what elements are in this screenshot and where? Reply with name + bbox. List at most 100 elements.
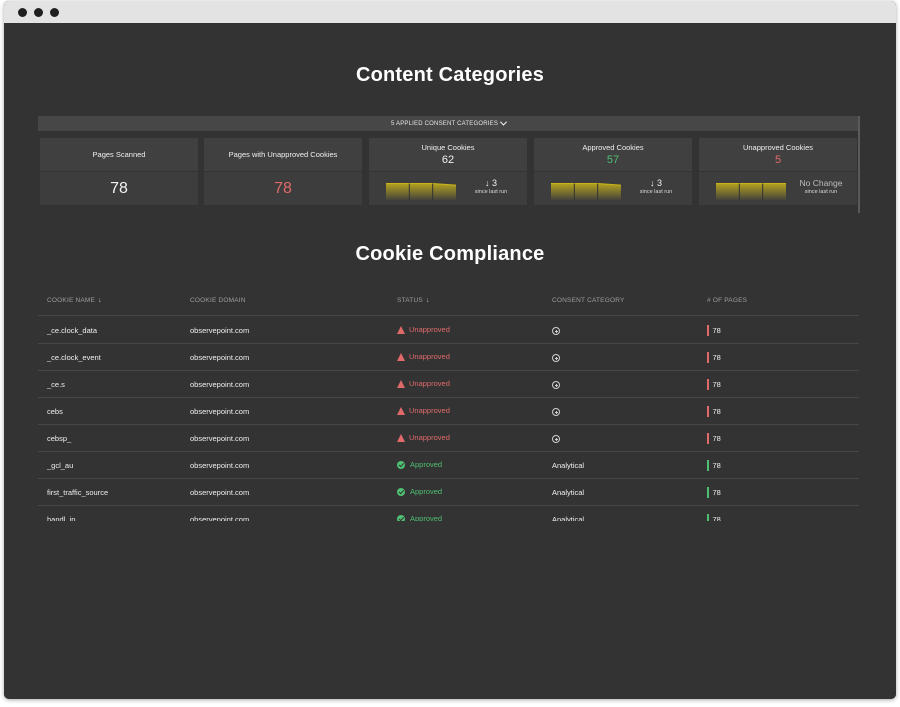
status-label: Approved — [410, 514, 443, 521]
page-count: 78 — [707, 460, 721, 471]
page-count: 78 — [707, 514, 721, 521]
unapproved-cookies-sparkline — [716, 183, 786, 200]
pages-unapproved-card[interactable]: Pages with Unapproved Cookies 78 — [204, 138, 362, 205]
consent-category[interactable] — [552, 353, 560, 363]
cookie-domain: observepoint.com — [190, 434, 250, 443]
table-row[interactable]: _ce.s observepoint.com Unapproved 78 — [38, 371, 859, 398]
consent-category[interactable] — [552, 434, 560, 444]
pages-scanned-card[interactable]: Pages Scanned 78 — [40, 138, 198, 205]
unapproved-cookies-delta: No Change since last run — [789, 178, 853, 195]
consent-category-label: Analytical — [552, 488, 585, 497]
table-row[interactable]: _ce.clock_data observepoint.com Unapproved… — [38, 317, 859, 344]
cookie-name: _ce.clock_data — [47, 326, 98, 335]
status-label: Unapproved — [409, 379, 450, 388]
cookie-status: Approved — [397, 460, 442, 469]
table-header: Cookie Name ↓ Cookie Domain Status ↓ Conse… — [38, 294, 859, 316]
consent-categories-filter[interactable]: 5 APPLIED CONSENT CATEGORIES — [38, 116, 859, 131]
add-category-icon[interactable] — [552, 381, 560, 389]
cookie-domain: observepoint.com — [190, 326, 250, 335]
cookie-status: Unapproved — [397, 325, 450, 334]
add-category-icon[interactable] — [552, 435, 560, 443]
unique-cookies-delta: ↓ 3 since last run — [459, 178, 523, 195]
cookie-status: Approved — [397, 487, 442, 496]
approved-cookies-sparkline — [551, 183, 621, 200]
cookie-status: Unapproved — [397, 433, 450, 442]
unapproved-cookies-card[interactable]: Unapproved Cookies 5 No Change since las… — [699, 138, 857, 205]
column-header-consent-category[interactable]: Consent Category — [552, 297, 625, 304]
consent-category[interactable] — [552, 407, 560, 417]
column-header-cookie-domain[interactable]: Cookie Domain — [190, 297, 246, 304]
cookie-domain: observepoint.com — [190, 461, 250, 470]
cookie-status: Unapproved — [397, 352, 450, 361]
status-bar-mark — [707, 325, 709, 336]
add-category-icon[interactable] — [552, 408, 560, 416]
cookie-name: _ce.s — [47, 380, 65, 389]
filter-label: 5 APPLIED CONSENT CATEGORIES — [390, 120, 499, 127]
chevron-down-icon — [499, 118, 508, 126]
cookie-domain: observepoint.com — [190, 488, 250, 497]
cookie-compliance-title: Cookie Compliance — [355, 243, 545, 265]
unique-cookies-sparkline — [386, 183, 456, 200]
status-label: Approved — [410, 460, 443, 469]
window-maximize-dot[interactable] — [50, 8, 59, 17]
warning-icon — [397, 379, 405, 388]
window-close-dot[interactable] — [18, 8, 27, 17]
unapproved-cookies-label: Unapproved Cookies — [742, 143, 814, 152]
table-row[interactable]: cebs observepoint.com Unapproved 78 — [38, 398, 859, 425]
warning-icon — [397, 325, 405, 334]
unique-cookies-value: 62 — [441, 154, 455, 166]
page-count-value: 78 — [712, 380, 721, 389]
filter-divider — [858, 116, 860, 213]
consent-category[interactable] — [552, 380, 560, 390]
sort-arrow-icon: ↓ — [425, 297, 430, 304]
table-row[interactable]: handl_ip observepoint.com Approved Analytic… — [38, 506, 859, 521]
approved-cookies-card[interactable]: Approved Cookies 57 ↓ 3 since last run — [534, 138, 692, 205]
column-header-pages[interactable]: # of Pages — [707, 297, 747, 304]
sparkline-area — [551, 183, 621, 200]
consent-category[interactable] — [552, 326, 560, 336]
pages-unapproved-value: 78 — [274, 180, 292, 197]
status-bar-mark — [707, 406, 709, 417]
sparkline-area — [386, 183, 456, 200]
cookie-name: _ce.clock_event — [47, 353, 101, 362]
table-row[interactable]: first_traffic_source observepoint.com Appr… — [38, 479, 859, 506]
page-count: 78 — [707, 487, 721, 498]
status-label: Unapproved — [409, 325, 450, 334]
check-circle-icon — [397, 460, 405, 469]
column-header-status[interactable]: Status ↓ — [397, 297, 430, 304]
status-bar-mark — [707, 352, 709, 363]
warning-icon — [397, 352, 405, 361]
column-header-cookie-name[interactable]: Cookie Name ↓ — [47, 297, 102, 304]
table-row[interactable]: _ce.clock_event observepoint.com Unapprove… — [38, 344, 859, 371]
cookie-status: Unapproved — [397, 406, 450, 415]
page-count-value: 78 — [712, 488, 721, 497]
unique-cookies-card[interactable]: Unique Cookies 62 ↓ 3 since last run — [369, 138, 527, 205]
table-row[interactable]: _gcl_au observepoint.com Approved Analytica… — [38, 452, 859, 479]
check-circle-icon — [397, 514, 405, 521]
check-circle-icon — [397, 487, 405, 496]
column-header-label: Cookie Name — [47, 297, 96, 304]
cookie-name: handl_ip — [47, 515, 76, 521]
page-count: 78 — [707, 352, 721, 363]
status-label: Unapproved — [409, 352, 450, 361]
status-label: Unapproved — [409, 433, 450, 442]
sort-arrow-icon: ↓ — [98, 297, 102, 304]
pages-scanned-label: Pages Scanned — [92, 150, 146, 159]
cookie-domain: observepoint.com — [190, 515, 250, 521]
unapproved-cookies-delta-sub: since last run — [804, 189, 838, 195]
approved-cookies-value: 57 — [606, 154, 620, 166]
cookie-status: Unapproved — [397, 379, 450, 388]
status-bar-mark — [707, 514, 709, 521]
window-minimize-dot[interactable] — [34, 8, 43, 17]
page-count-value: 78 — [712, 326, 721, 335]
table-row[interactable]: cebsp_ observepoint.com Unapproved 78 — [38, 425, 859, 452]
unique-cookies-label: Unique Cookies — [421, 143, 475, 152]
status-bar-mark — [707, 379, 709, 390]
cookie-name: _gcl_au — [47, 461, 74, 470]
pages-scanned-value: 78 — [110, 180, 128, 197]
status-bar-mark — [707, 487, 709, 498]
add-category-icon[interactable] — [552, 354, 560, 362]
approved-cookies-delta-value: 3 — [657, 178, 663, 188]
page-count: 78 — [707, 433, 721, 444]
add-category-icon[interactable] — [552, 327, 560, 335]
